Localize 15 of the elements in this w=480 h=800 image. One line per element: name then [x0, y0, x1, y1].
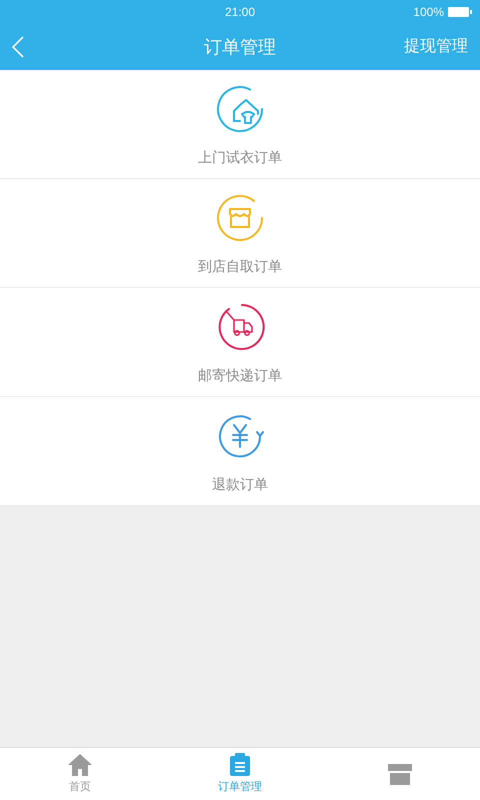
order-category-item[interactable]: 邮寄快递订单: [0, 288, 480, 397]
tab[interactable]: 首页: [0, 748, 160, 800]
battery-percent: 100%: [413, 4, 444, 21]
order-category-item[interactable]: 上门试衣订单: [0, 70, 480, 179]
order-category-item[interactable]: 到店自取订单: [0, 179, 480, 288]
back-icon[interactable]: [12, 36, 24, 58]
clipboard-icon: [229, 752, 251, 777]
withdraw-management-link[interactable]: 提现管理: [404, 35, 468, 59]
home-icon: [67, 752, 93, 777]
page-title: 订单管理: [204, 36, 276, 58]
status-time: 21:00: [224, 4, 256, 21]
order-category-item[interactable]: 退款订单: [0, 397, 480, 506]
tab[interactable]: 订单管理: [160, 748, 320, 800]
storefront-icon: [386, 762, 414, 786]
battery-icon: [448, 7, 472, 17]
